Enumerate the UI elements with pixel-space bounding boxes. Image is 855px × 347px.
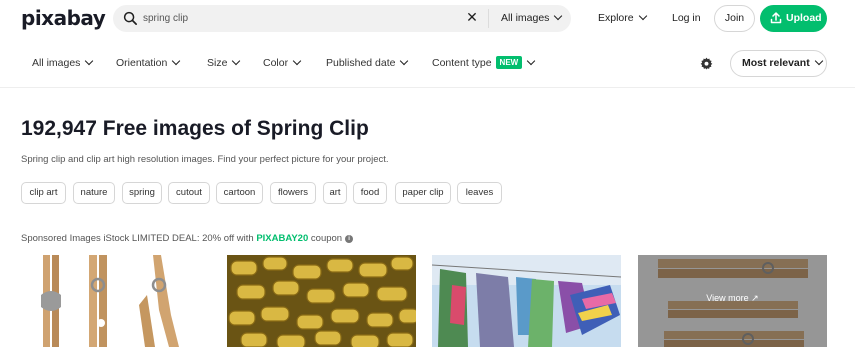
clothespins-picture	[21, 255, 210, 347]
filter-bar: All images Orientation Size Color Publis…	[0, 44, 855, 88]
sponsored-image-wooden-clips[interactable]: View more ↗	[638, 255, 827, 347]
tag-chip[interactable]: art	[323, 182, 347, 204]
sponsored-text: Sponsored Images iStock LIMITED DEAL: 20…	[21, 233, 257, 244]
explore-label: Explore	[598, 12, 634, 24]
gear-icon[interactable]	[700, 57, 713, 70]
new-badge: NEW	[495, 56, 523, 69]
filter-label: Size	[207, 57, 228, 69]
chevron-down-icon	[172, 56, 181, 66]
tag-chip[interactable]: leaves	[457, 182, 502, 204]
pixabay-logo[interactable]: pixabay	[21, 6, 106, 30]
view-more-link[interactable]: View more ↗	[638, 293, 827, 304]
filter-size[interactable]: Size	[207, 44, 241, 82]
join-button[interactable]: Join	[714, 5, 755, 32]
search-bar[interactable]: spring clip ✕ All images	[113, 5, 571, 32]
filter-label: Published date	[326, 57, 396, 69]
chevron-down-icon	[638, 11, 647, 21]
info-icon[interactable]: i	[345, 235, 354, 243]
laundry-picture	[432, 255, 621, 347]
chevron-down-icon	[554, 11, 563, 21]
image-type-dropdown[interactable]: All images	[501, 5, 563, 32]
filter-label: Content type	[432, 57, 492, 69]
sponsored-notice: Sponsored Images iStock LIMITED DEAL: 20…	[21, 233, 354, 244]
tag-chip[interactable]: nature	[73, 182, 115, 204]
filter-published-date[interactable]: Published date	[326, 44, 409, 82]
sponsored-image-clothespins[interactable]	[21, 255, 210, 347]
filter-orientation[interactable]: Orientation	[116, 44, 181, 82]
search-input[interactable]: spring clip	[143, 5, 188, 32]
clear-search-button[interactable]: ✕	[464, 10, 480, 26]
chevron-down-icon	[232, 56, 241, 66]
tag-chip[interactable]: cartoon	[216, 182, 263, 204]
tag-chip[interactable]: paper clip	[395, 182, 451, 204]
chevron-down-icon	[292, 56, 302, 66]
tag-chip[interactable]: spring	[122, 182, 162, 204]
chevron-down-icon	[814, 56, 823, 66]
filter-label: Orientation	[116, 57, 168, 69]
sponsored-image-laundry[interactable]	[432, 255, 621, 347]
tag-chip[interactable]: food	[353, 182, 387, 204]
sponsored-image-gold-springs[interactable]	[227, 255, 416, 347]
filter-label: All images	[32, 57, 81, 69]
search-divider	[488, 9, 489, 28]
filter-all-images[interactable]: All images	[32, 44, 94, 82]
sort-dropdown[interactable]: Most relevant	[730, 50, 827, 77]
gold-springs-picture	[227, 255, 416, 347]
tag-chip[interactable]: clip art	[21, 182, 66, 204]
image-type-label: All images	[501, 12, 550, 24]
explore-menu[interactable]: Explore	[598, 0, 647, 37]
upload-icon	[770, 12, 782, 24]
page-title: 192,947 Free images of Spring Clip	[21, 117, 369, 140]
upload-button[interactable]: Upload	[760, 5, 827, 32]
upload-label: Upload	[786, 12, 822, 24]
sponsored-suffix: coupon	[308, 233, 343, 244]
tag-chip[interactable]: cutout	[168, 182, 210, 204]
coupon-code[interactable]: PIXABAY20	[256, 233, 308, 244]
filter-color[interactable]: Color	[263, 44, 302, 82]
chevron-down-icon	[526, 56, 536, 66]
login-link[interactable]: Log in	[672, 0, 701, 37]
chevron-down-icon	[85, 56, 94, 66]
page-subtitle: Spring clip and clip art high resolution…	[21, 154, 389, 165]
filter-label: Color	[263, 57, 289, 69]
search-icon	[123, 11, 137, 25]
top-header: pixabay spring clip ✕ All images Explore…	[0, 0, 855, 38]
tag-chip[interactable]: flowers	[270, 182, 316, 204]
sort-label: Most relevant	[742, 57, 810, 69]
filter-content-type[interactable]: Content type NEW	[432, 44, 536, 82]
chevron-down-icon	[400, 56, 409, 66]
